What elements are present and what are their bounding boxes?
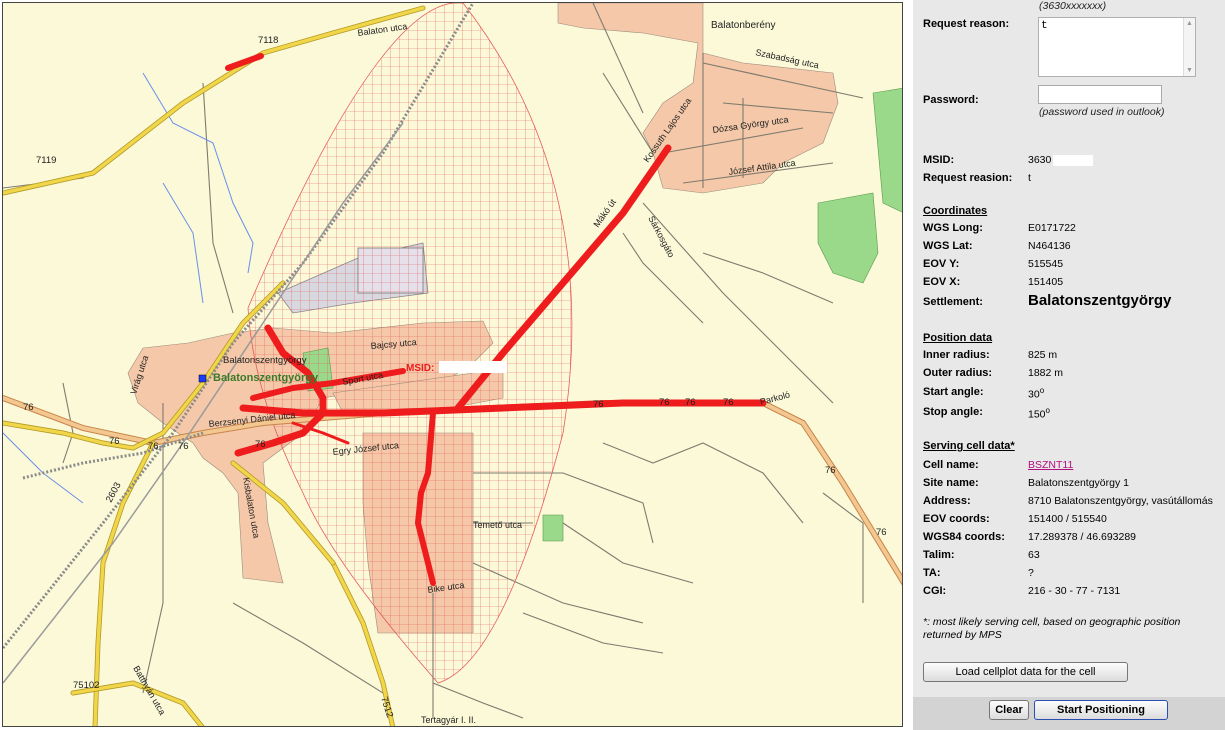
settlement-label: Settlement:: [923, 296, 983, 308]
map-view[interactable]: 7118 7119 76 76 76 76 76 76 76 76 76 76 …: [2, 2, 903, 727]
position-data-heading: Position data: [923, 332, 993, 344]
cgi-label: CGI:: [923, 585, 947, 597]
msid-format-hint: (3630xxxxxxx): [1039, 0, 1107, 12]
coordinates-heading: Coordinates: [923, 205, 988, 217]
eov-x-label: EOV X:: [923, 276, 961, 288]
msid-marker[interactable]: MSID:: [406, 361, 507, 374]
inner-radius-value: 825 m: [1028, 349, 1058, 361]
request-reason-label: Request reason:: [923, 18, 1010, 30]
msid-marker-label: MSID:: [406, 363, 434, 374]
cell-name-label: Cell name:: [923, 459, 979, 471]
place-town-green-label: Balatonszentgyörgy: [213, 372, 319, 384]
stop-angle-number: 150: [1028, 408, 1046, 421]
road-number-7118: 7118: [258, 35, 278, 46]
ta-value: ?: [1028, 567, 1034, 579]
road-number-76-7: 76: [659, 397, 670, 408]
request-reasion-value: t: [1028, 172, 1031, 184]
serving-cell-heading: Serving cell data*: [923, 440, 1015, 452]
msid-value-text: 3630: [1028, 154, 1052, 166]
road-number-76-3: 76: [148, 441, 159, 452]
road-number-76: 76: [23, 402, 34, 413]
address-value: 8710 Balatonszentgyörgy, vasútállomás: [1028, 495, 1213, 507]
place-tertagyar: Tertagyár I. II.: [421, 715, 476, 725]
eov-y-label: EOV Y:: [923, 258, 960, 270]
clear-button[interactable]: Clear: [989, 700, 1029, 720]
request-reason-scrollbar[interactable]: ▲ ▼: [1183, 18, 1195, 76]
eov-coords-value: 151400 / 515540: [1028, 513, 1107, 525]
eov-y-value: 515545: [1028, 258, 1064, 270]
site-name-value: Balatonszentgyörgy 1: [1028, 477, 1129, 489]
password-hint: (password used in outlook): [1039, 106, 1165, 118]
serving-cell-footnote: *: most likely serving cell, based on ge…: [923, 616, 1181, 641]
station-marker[interactable]: [198, 374, 207, 383]
request-reason-input[interactable]: t: [1038, 17, 1196, 77]
outer-radius-label: Outer radius:: [923, 367, 993, 379]
stop-angle-value: 150o: [1028, 406, 1050, 421]
address-label: Address:: [923, 495, 971, 507]
road-number-75102: 75102: [73, 680, 99, 691]
road-number-76-6: 76: [593, 399, 604, 410]
start-angle-number: 30: [1028, 388, 1040, 401]
request-reasion-label: Request reasion:: [923, 172, 1013, 184]
place-parkolo: Parkoló: [759, 389, 791, 407]
road-number-7119: 7119: [36, 155, 56, 166]
start-angle-degree: o: [1039, 386, 1045, 395]
wgs-lat-value: N464136: [1028, 240, 1071, 252]
wgs-long-label: WGS Long:: [923, 222, 983, 234]
msid-label: MSID:: [923, 154, 955, 166]
start-angle-label: Start angle:: [923, 386, 984, 398]
msid-value: 3630: [1028, 154, 1094, 166]
street-temeto: Temető utca: [473, 520, 522, 530]
road-number-76-5: 76: [255, 439, 266, 450]
road-number-76-2: 76: [109, 436, 120, 447]
side-panel: (3630xxxxxxx) Request reason: t ▲ ▼ Pass…: [913, 0, 1225, 730]
site-name-label: Site name:: [923, 477, 979, 489]
scroll-up-icon[interactable]: ▲: [1186, 20, 1193, 27]
stop-angle-label: Stop angle:: [923, 406, 983, 418]
password-label: Password:: [923, 94, 979, 106]
eov-x-value: 151405: [1028, 276, 1064, 288]
ta-label: TA:: [923, 567, 941, 579]
road-number-76-9: 76: [723, 397, 734, 408]
place-balatonbereny: Balatonberény: [711, 20, 776, 31]
wgs84-coords-label: WGS84 coords:: [923, 531, 1005, 543]
road-number-76-8: 76: [685, 397, 696, 408]
eov-coords-label: EOV coords:: [923, 513, 990, 525]
cell-name-link[interactable]: BSZNT11: [1028, 459, 1073, 471]
road-number-7512: 7512: [378, 696, 395, 720]
load-cellplot-button[interactable]: Load cellplot data for the cell: [923, 662, 1128, 682]
street-sarkosgato: Sárkosgáto: [646, 214, 676, 259]
settlement-value: Balatonszentgyörgy: [1028, 292, 1172, 309]
map-canvas: 7118 7119 76 76 76 76 76 76 76 76 76 76 …: [3, 3, 902, 726]
talim-value: 63: [1028, 549, 1040, 561]
inner-radius-label: Inner radius:: [923, 349, 990, 361]
road-number-76-11: 76: [876, 527, 887, 538]
place-town-label: Balatonszentgyörgy: [223, 355, 307, 366]
password-input[interactable]: [1038, 85, 1162, 104]
stop-angle-degree: o: [1045, 406, 1050, 415]
button-bar: Clear Start Positioning: [913, 697, 1225, 730]
wgs84-coords-value: 17.289378 / 46.693289: [1028, 531, 1137, 543]
start-angle-value: 30o: [1028, 386, 1044, 401]
wgs-lat-label: WGS Lat:: [923, 240, 973, 252]
road-number-76-4: 76: [178, 441, 189, 452]
street-batthyan: Batthyán utca: [131, 664, 167, 717]
scroll-down-icon[interactable]: ▼: [1186, 67, 1193, 74]
outer-radius-value: 1882 m: [1028, 367, 1064, 379]
msid-marker-mask: [439, 361, 507, 373]
wgs-long-value: E0171722: [1028, 222, 1076, 234]
road-number-76-10: 76: [825, 465, 836, 476]
talim-label: Talim:: [923, 549, 955, 561]
start-positioning-button[interactable]: Start Positioning: [1034, 700, 1168, 720]
cgi-value: 216 - 30 - 77 - 7131: [1028, 585, 1121, 597]
msid-mask: [1053, 154, 1094, 166]
